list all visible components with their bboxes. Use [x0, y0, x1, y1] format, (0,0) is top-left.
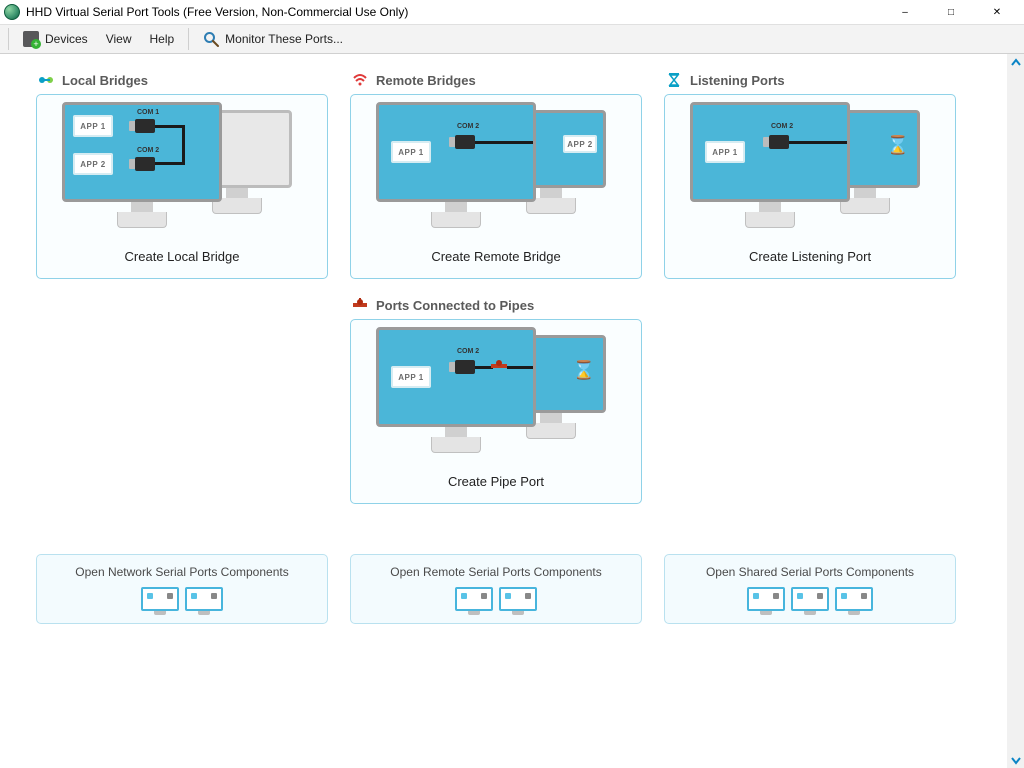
hourglass-graphic: ⌛ [575, 358, 593, 382]
section-local-bridges: Local Bridges APP 1 APP 2 COM 1 COM 2 [36, 72, 328, 279]
port-label: COM 1 [137, 109, 159, 116]
pipes-header: Ports Connected to Pipes [352, 297, 642, 313]
grip-separator [8, 28, 9, 50]
create-listening-port-label: Create Listening Port [665, 249, 955, 264]
create-remote-bridge-label: Create Remote Bridge [351, 249, 641, 264]
toolbar-separator [188, 28, 189, 50]
minimize-button[interactable]: – [882, 0, 928, 24]
devices-label: Devices [45, 32, 88, 46]
remote-components-thumbs [359, 587, 633, 611]
maximize-button[interactable]: □ [928, 0, 974, 24]
wifi-icon [352, 72, 368, 88]
create-pipe-port-card[interactable]: ⌛ APP 1 COM 2 [350, 319, 642, 504]
app-icon [4, 4, 20, 20]
pipe-icon [352, 297, 368, 313]
listening-ports-title: Listening Ports [690, 73, 785, 88]
app-label: APP 1 [73, 115, 113, 137]
open-remote-components-card[interactable]: Open Remote Serial Ports Components [350, 554, 642, 624]
create-listening-port-card[interactable]: ⌛ APP 1 COM 2 Create L [664, 94, 956, 279]
titlebar: HHD Virtual Serial Port Tools (Free Vers… [0, 0, 1024, 24]
shared-components-thumbs [673, 587, 947, 611]
bridge-icon [38, 72, 54, 88]
port-label: COM 2 [137, 147, 159, 154]
network-components-thumbs [45, 587, 319, 611]
empty-cell [36, 297, 328, 504]
open-shared-components-card[interactable]: Open Shared Serial Ports Components [664, 554, 956, 624]
help-menu[interactable]: Help [141, 28, 182, 50]
app-label: APP 1 [391, 141, 431, 163]
monitor-ports-label: Monitor These Ports... [225, 32, 343, 46]
pipes-title: Ports Connected to Pipes [376, 298, 534, 313]
local-bridge-illustration: APP 1 APP 2 COM 1 COM 2 [37, 95, 327, 249]
empty-cell [664, 297, 956, 504]
scroll-up-arrow[interactable] [1007, 54, 1024, 71]
devices-icon [23, 31, 39, 47]
help-label: Help [149, 32, 174, 46]
local-bridges-header: Local Bridges [38, 72, 328, 88]
hourglass-icon [666, 72, 682, 88]
window-controls: – □ ✕ [882, 0, 1020, 24]
app-label: APP 1 [705, 141, 745, 163]
local-bridges-title: Local Bridges [62, 73, 148, 88]
components-row: Open Network Serial Ports Components Ope… [0, 504, 1024, 624]
view-menu[interactable]: View [98, 28, 140, 50]
app-label: APP 2 [563, 135, 597, 153]
remote-bridge-illustration: APP 2 APP 1 COM 2 [351, 95, 641, 249]
window-title: HHD Virtual Serial Port Tools (Free Vers… [26, 5, 882, 19]
listening-ports-header: Listening Ports [666, 72, 956, 88]
vertical-scrollbar[interactable] [1007, 54, 1024, 768]
remote-components-label: Open Remote Serial Ports Components [359, 565, 633, 579]
create-pipe-port-label: Create Pipe Port [351, 474, 641, 489]
port-label: COM 2 [457, 123, 479, 130]
create-remote-bridge-card[interactable]: APP 2 APP 1 COM 2 Crea [350, 94, 642, 279]
content-area: Local Bridges APP 1 APP 2 COM 1 COM 2 [0, 54, 1024, 768]
open-network-components-card[interactable]: Open Network Serial Ports Components [36, 554, 328, 624]
devices-menu[interactable]: Devices [15, 27, 96, 51]
remote-bridges-header: Remote Bridges [352, 72, 642, 88]
hourglass-graphic: ⌛ [889, 133, 907, 157]
section-remote-bridges: Remote Bridges APP 2 APP 1 COM 2 [350, 72, 642, 279]
creation-grid: Local Bridges APP 1 APP 2 COM 1 COM 2 [0, 54, 1024, 504]
network-components-label: Open Network Serial Ports Components [45, 565, 319, 579]
port-label: COM 2 [457, 348, 479, 355]
menubar: Devices View Help Monitor These Ports... [0, 24, 1024, 54]
port-label: COM 2 [771, 123, 793, 130]
view-label: View [106, 32, 132, 46]
shared-components-label: Open Shared Serial Ports Components [673, 565, 947, 579]
monitor-ports-button[interactable]: Monitor These Ports... [195, 27, 351, 51]
close-button[interactable]: ✕ [974, 0, 1020, 24]
listening-port-illustration: ⌛ APP 1 COM 2 [665, 95, 955, 249]
pipe-port-illustration: ⌛ APP 1 COM 2 [351, 320, 641, 474]
scroll-down-arrow[interactable] [1007, 751, 1024, 768]
section-listening-ports: Listening Ports ⌛ APP 1 COM 2 [664, 72, 956, 279]
app-label: APP 1 [391, 366, 431, 388]
magnifier-icon [203, 31, 219, 47]
remote-bridges-title: Remote Bridges [376, 73, 476, 88]
create-local-bridge-card[interactable]: APP 1 APP 2 COM 1 COM 2 [36, 94, 328, 279]
app-label: APP 2 [73, 153, 113, 175]
create-local-bridge-label: Create Local Bridge [37, 249, 327, 264]
section-pipes: Ports Connected to Pipes ⌛ APP 1 COM 2 [350, 297, 642, 504]
